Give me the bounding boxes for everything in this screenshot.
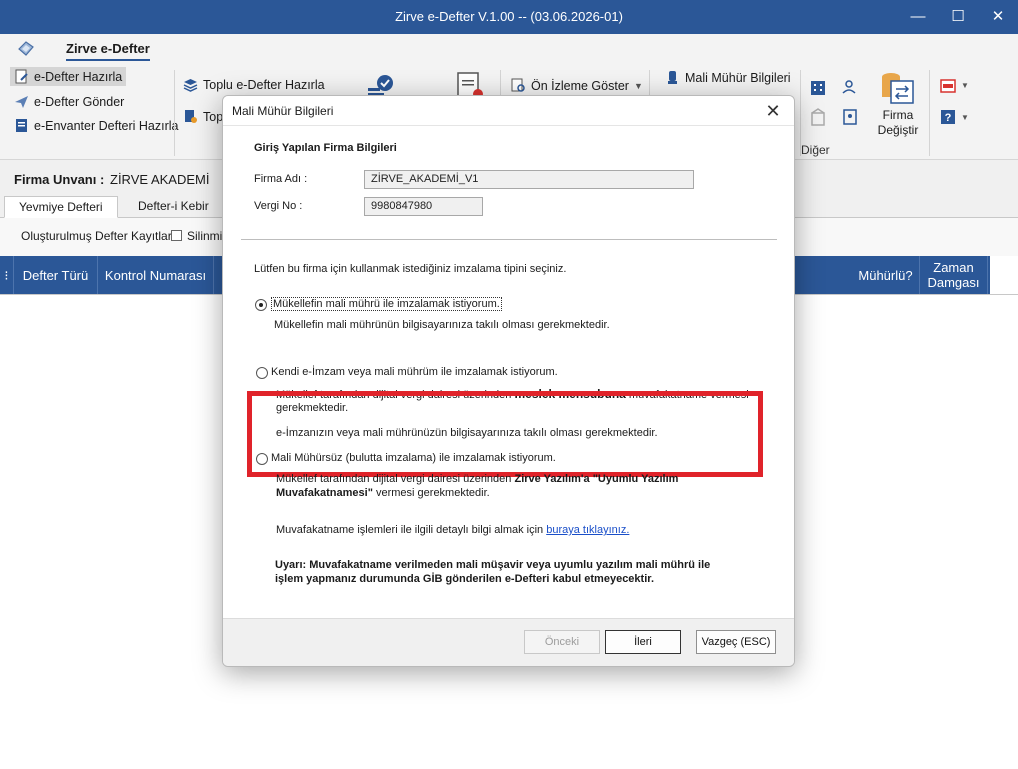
option-3-desc-bold: Zirve Yazılım'a "Uyumlu Yazılım bbox=[514, 473, 679, 485]
document-gear-icon bbox=[185, 110, 197, 123]
info-pre: Muvafakatname işlemleri ile ilgili detay… bbox=[276, 524, 547, 536]
firma-degistir-line2: Değiştir bbox=[877, 123, 919, 137]
option-bulut-imza-desc: Mükellef tarafından dijital vergi daires… bbox=[276, 473, 678, 485]
option-kendi-imza-label[interactable]: Kendi e-İmzam veya mali mührüm ile imzal… bbox=[271, 366, 558, 378]
title-bar: Zirve e-Defter V.1.00 -- (03.06.2026-01)… bbox=[0, 0, 1018, 34]
minimize-button[interactable]: — bbox=[898, 4, 938, 30]
vazgec-button[interactable]: Vazgeç (ESC) bbox=[696, 630, 776, 654]
vergi-no-label: Vergi No : bbox=[254, 200, 303, 212]
option-3-desc-bold2: Muvafakatnamesi" bbox=[276, 487, 373, 499]
option-kendi-imza-radio[interactable] bbox=[256, 367, 268, 379]
section-title: Giriş Yapılan Firma Bilgileri bbox=[254, 142, 397, 154]
silinmis-checkbox[interactable] bbox=[171, 230, 182, 241]
col-zaman-line1: Zaman bbox=[933, 260, 974, 275]
option-3-desc-post: vermesi gerekmektedir. bbox=[372, 487, 490, 499]
window-title: Zirve e-Defter V.1.00 -- (03.06.2026-01) bbox=[395, 9, 623, 24]
option-mukellef-muhur-radio[interactable] bbox=[255, 299, 267, 311]
option-bulut-imza-desc-line2: Muvafakatnamesi" vermesi gerekmektedir. bbox=[276, 487, 490, 499]
chevron-down-icon[interactable]: ▼ bbox=[961, 81, 969, 90]
toplu-e-defter-hazirla-button[interactable]: Toplu e-Defter Hazırla bbox=[183, 77, 325, 92]
document-edit-icon bbox=[15, 69, 28, 84]
app-logo-icon[interactable] bbox=[16, 40, 36, 58]
mali-muhur-bilgileri-label: Mali Mühür Bilgileri bbox=[685, 70, 791, 85]
ribbon-separator bbox=[929, 70, 930, 156]
e-defter-hazirla-button[interactable]: e-Defter Hazırla bbox=[10, 67, 127, 86]
e-defter-gonder-button[interactable]: e-Defter Gönder bbox=[14, 94, 124, 109]
ileri-button[interactable]: İleri bbox=[605, 630, 681, 654]
svg-text:?: ? bbox=[945, 112, 952, 124]
on-izleme-goster-label: Ön İzleme Göster bbox=[531, 78, 629, 93]
firma-degistir-icon[interactable] bbox=[879, 71, 915, 105]
divider bbox=[241, 239, 777, 240]
e-defter-gonder-label: e-Defter Gönder bbox=[34, 94, 125, 109]
col-muhurlu[interactable]: Mühürlü? bbox=[852, 256, 920, 294]
pdf-icon[interactable] bbox=[940, 78, 956, 94]
dialog-close-icon[interactable]: ✕ bbox=[760, 100, 786, 122]
firma-adi-field[interactable]: ZİRVE_AKADEMİ_V1 bbox=[364, 170, 694, 189]
option-mukellef-muhur-desc: Mükellefin mali mührünün bilgisayarınıza… bbox=[274, 319, 610, 331]
e-defter-hazirla-label: e-Defter Hazırla bbox=[34, 69, 123, 84]
red-highlight-box bbox=[247, 391, 763, 477]
info-text: Muvafakatname işlemleri ile ilgili detay… bbox=[276, 524, 629, 536]
firma-adi-label: Firma Adı : bbox=[254, 173, 308, 185]
option-bulut-imza-label[interactable]: Mali Mühürsüz (bulutta imzalama) ile imz… bbox=[271, 452, 556, 464]
building-disabled-icon[interactable] bbox=[809, 108, 827, 126]
option-mukellef-muhur-label[interactable]: Mükellefin mali mührü ile imzalamak isti… bbox=[271, 297, 502, 311]
olusturulmus-kayitlar-label: Oluşturulmuş Defter Kayıtları bbox=[21, 229, 176, 243]
firma-degistir-label[interactable]: Firma Değiştir bbox=[873, 108, 923, 138]
send-icon bbox=[15, 96, 28, 108]
mali-muhur-bilgileri-button[interactable]: Mali Mühür Bilgileri bbox=[665, 70, 791, 85]
stack-icon bbox=[183, 79, 198, 92]
building-icon[interactable] bbox=[809, 78, 827, 96]
close-window-button[interactable]: ✕ bbox=[978, 4, 1018, 30]
e-envanter-button[interactable]: e-Envanter Defteri Hazırla bbox=[14, 118, 179, 133]
option-bulut-imza-radio[interactable] bbox=[256, 453, 268, 465]
option-3-desc-pre: Mükellef tarafından dijital vergi daires… bbox=[276, 473, 515, 485]
grid-menu-icon[interactable]: ⁝ bbox=[0, 256, 14, 294]
chevron-down-icon: ▼ bbox=[633, 80, 643, 91]
warning-line-1: Uyarı: Muvafakatname verilmeden mali müş… bbox=[275, 559, 711, 571]
firma-unvani-value: ZİRVE AKADEMİ bbox=[110, 172, 210, 187]
info-link[interactable]: buraya tıklayınız. bbox=[546, 524, 629, 536]
dialog-title: Mali Mühür Bilgileri bbox=[232, 104, 334, 118]
dialog-footer: Önceki İleri Vazgeç (ESC) bbox=[223, 618, 794, 666]
col-kontrol-numarasi[interactable]: Kontrol Numarası bbox=[98, 256, 214, 294]
firma-degistir-line1: Firma bbox=[882, 108, 914, 122]
dialog-body: Giriş Yapılan Firma Bilgileri Firma Adı … bbox=[223, 126, 794, 618]
vergi-no-field[interactable]: 9980847980 bbox=[364, 197, 483, 216]
firma-unvani-label: Firma Unvanı : bbox=[14, 172, 105, 187]
group-label-diger: Diğer bbox=[801, 143, 830, 157]
chevron-down-icon[interactable]: ▼ bbox=[961, 113, 969, 122]
onceki-button[interactable]: Önceki bbox=[524, 630, 600, 654]
id-card-icon[interactable] bbox=[842, 109, 858, 125]
seal-icon bbox=[668, 71, 677, 84]
ribbon-separator bbox=[174, 70, 175, 156]
toplu-e-defter-hazirla-label: Toplu e-Defter Hazırla bbox=[203, 77, 325, 92]
col-zaman-damgasi[interactable]: Zaman Damgası bbox=[920, 256, 988, 294]
warning-line-2: işlem yapmanız durumunda GİB gönderilen … bbox=[275, 573, 654, 585]
prompt-text: Lütfen bu firma için kullanmak istediğin… bbox=[254, 263, 567, 275]
col-zaman-line2: Damgası bbox=[927, 275, 980, 290]
help-icon[interactable]: ? bbox=[940, 109, 956, 125]
tab-zirve-e-defter[interactable]: Zirve e-Defter bbox=[66, 41, 150, 61]
mali-muhur-dialog: Mali Mühür Bilgileri ✕ Giriş Yapılan Fir… bbox=[222, 95, 795, 667]
ledger-icon bbox=[16, 119, 27, 132]
tab-yevmiye-defteri[interactable]: Yevmiye Defteri bbox=[4, 196, 118, 218]
on-izleme-goster-button[interactable]: Ön İzleme Göster ▼ bbox=[511, 78, 643, 93]
col-defter-turu[interactable]: Defter Türü bbox=[14, 256, 98, 294]
dialog-title-bar: Mali Mühür Bilgileri ✕ bbox=[223, 96, 794, 126]
tab-defter-i-kebir[interactable]: Defter-i Kebir bbox=[124, 196, 223, 218]
maximize-button[interactable]: ☐ bbox=[938, 4, 978, 30]
preview-icon bbox=[511, 78, 525, 92]
user-settings-icon[interactable] bbox=[842, 79, 858, 95]
option-1-label-text: Mükellefin mali mührü ile imzalamak isti… bbox=[271, 297, 502, 311]
e-envanter-label: e-Envanter Defteri Hazırla bbox=[34, 118, 179, 133]
